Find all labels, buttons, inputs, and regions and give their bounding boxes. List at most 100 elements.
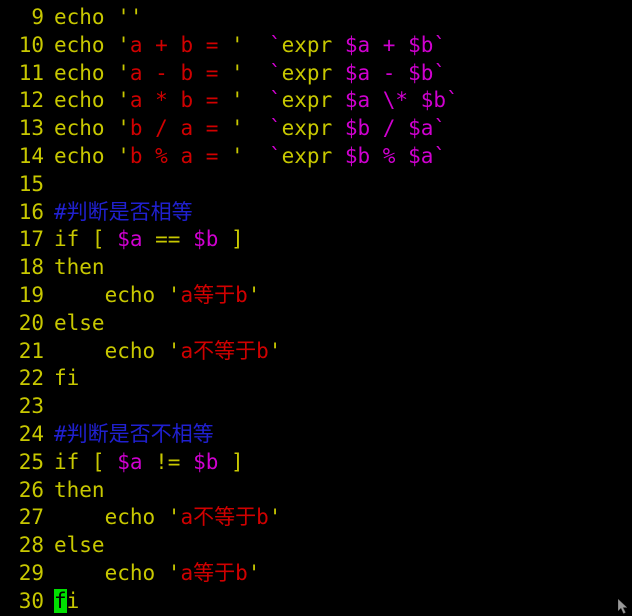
line-number: 12: [18, 88, 44, 113]
code-token-normal: expr: [281, 116, 345, 141]
code-line[interactable]: 18 then: [0, 254, 632, 282]
text-cursor: f: [54, 588, 67, 613]
code-line[interactable]: 9 echo '': [0, 4, 632, 32]
code-token-string: b: [256, 505, 269, 530]
code-line[interactable]: 14 echo 'b % a = ' `expr $b % $a`: [0, 143, 632, 171]
code-token-backtick: `: [433, 116, 447, 141]
code-line[interactable]: 23: [0, 393, 632, 421]
code-token-backtick: `: [268, 32, 282, 57]
line-number: 30: [18, 588, 44, 613]
code-token-backtick: `: [433, 32, 447, 57]
code-line[interactable]: 16 #判断是否相等: [0, 199, 632, 227]
code-token-backtick: `: [268, 88, 282, 113]
code-line[interactable]: 27 echo 'a不等于b': [0, 504, 632, 532]
code-token-comment: #: [54, 199, 67, 224]
code-line[interactable]: 21 echo 'a不等于b': [0, 338, 632, 366]
code-token-normal: [244, 33, 269, 57]
terminal-window[interactable]: 9 echo '' 10 echo 'a + b = ' `expr $a + $b`…: [0, 0, 632, 616]
code-token-normal: else: [54, 310, 105, 335]
code-line[interactable]: 28 else: [0, 532, 632, 560]
code-token-string: b: [256, 338, 269, 363]
code-token-normal: then: [54, 255, 105, 280]
code-token-string: b: [235, 282, 248, 307]
code-token-string: a * b =: [129, 88, 232, 113]
code-line[interactable]: 24 #判断是否不相等: [0, 421, 632, 449]
code-token-quote: ': [231, 60, 244, 85]
code-token-normal: echo: [54, 338, 168, 363]
code-token-normal: !=: [142, 449, 194, 474]
code-line[interactable]: 17 if [ $a == $b ]: [0, 226, 632, 254]
code-token-normal: expr: [281, 88, 345, 113]
line-number: 11: [18, 60, 44, 85]
code-line[interactable]: 11 echo 'a - b = ' `expr $a - $b`: [0, 60, 632, 88]
code-token-normal: ]: [218, 227, 244, 252]
line-number: 10: [18, 32, 44, 57]
code-token-variable: $b: [193, 449, 219, 474]
code-line[interactable]: 12 echo 'a * b = ' `expr $a \* $b`: [0, 87, 632, 115]
code-token-backtick: `: [268, 116, 282, 141]
code-token-normal: i: [66, 588, 80, 613]
code-token-backtick: `: [446, 88, 459, 113]
code-token-normal: then: [54, 477, 105, 502]
code-token-normal: echo: [54, 143, 118, 168]
code-line[interactable]: 22 fi: [0, 365, 632, 393]
code-token-quote: ': [231, 116, 244, 141]
code-token-string: a: [180, 282, 194, 307]
code-token-variable: $a: [117, 227, 143, 252]
code-token-normal: expr: [281, 32, 345, 57]
code-line[interactable]: 19 echo 'a等于b': [0, 282, 632, 310]
code-token-variable: $a: [117, 449, 143, 474]
line-number: 26: [18, 477, 44, 502]
code-token-normal: echo: [54, 282, 168, 307]
code-line[interactable]: 30 fi: [0, 588, 632, 616]
code-token-quote: ': [117, 32, 130, 57]
code-token-normal: [244, 61, 269, 85]
code-line[interactable]: 15: [0, 171, 632, 199]
code-token-quote: ': [247, 560, 261, 585]
line-number: 13: [18, 116, 44, 141]
code-line[interactable]: 25 if [ $a != $b ]: [0, 449, 632, 477]
code-token-quote: ': [231, 143, 244, 168]
line-number: 27: [18, 505, 44, 530]
code-token-quote: ': [117, 116, 130, 141]
code-token-normal: fi: [54, 366, 80, 391]
line-number: 22: [18, 366, 44, 391]
code-line[interactable]: 13 echo 'b / a = ' `expr $b / $a`: [0, 115, 632, 143]
line-number: 20: [18, 310, 44, 335]
code-token-variable: $a \* $b: [344, 88, 447, 113]
code-line[interactable]: 10 echo 'a + b = ' `expr $a + $b`: [0, 32, 632, 60]
code-token-normal: echo: [54, 560, 168, 585]
code-token-string: 不等于: [193, 338, 257, 363]
code-token-normal: echo: [54, 505, 168, 530]
vim-editor-buffer[interactable]: 9 echo '' 10 echo 'a + b = ' `expr $a + $b`…: [0, 0, 632, 616]
code-token-comment: 判断是否不相等: [66, 421, 214, 446]
code-token-normal: expr: [281, 60, 345, 85]
code-token-normal: echo: [54, 116, 118, 141]
code-token-backtick: `: [268, 143, 282, 168]
code-line[interactable]: 20 else: [0, 310, 632, 338]
code-token-normal: ==: [142, 227, 194, 252]
line-number: 25: [18, 449, 44, 474]
code-token-normal: [244, 116, 269, 140]
code-line[interactable]: 29 echo 'a等于b': [0, 560, 632, 588]
line-number: 28: [18, 533, 44, 558]
line-number: 19: [18, 282, 44, 307]
code-token-string: a - b =: [129, 60, 232, 85]
code-line[interactable]: 26 then: [0, 477, 632, 505]
code-token-string: 等于: [193, 560, 236, 585]
line-number: 15: [18, 171, 44, 196]
code-token-variable: $b: [193, 227, 219, 252]
code-token-variable: $b / $a: [344, 116, 434, 141]
line-number: 23: [18, 394, 44, 419]
code-token-quote: ': [117, 143, 130, 168]
code-token-normal: [244, 88, 269, 112]
code-token-string: a: [180, 560, 194, 585]
code-token-variable: $a + $b: [344, 32, 434, 57]
code-token-string: a: [180, 505, 194, 530]
code-token-normal: expr: [281, 143, 345, 168]
code-token-variable: $a - $b: [344, 60, 434, 85]
code-token-normal: if [: [54, 449, 118, 474]
code-token-normal: echo: [54, 60, 118, 85]
code-token-backtick: `: [433, 143, 447, 168]
code-token-quote: ': [167, 282, 181, 307]
